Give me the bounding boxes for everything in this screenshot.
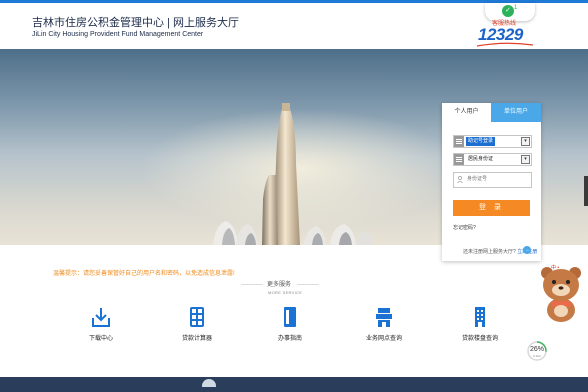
login-type-value: 助记号登录 bbox=[466, 137, 496, 146]
side-tab[interactable] bbox=[584, 176, 588, 206]
speed-widget[interactable]: 26% 0.1k/s bbox=[527, 341, 547, 361]
warm-notice: 温馨提示：请您妥善保管好自己的用户名和密码，以免造成信息泄露! bbox=[53, 271, 235, 277]
login-type-select[interactable]: 助记号登录 ▾ bbox=[453, 135, 532, 148]
guide-book-icon bbox=[284, 307, 296, 327]
shield-icon: ✓ bbox=[502, 5, 514, 17]
service-label: 贷款楼盘查询 bbox=[461, 336, 498, 342]
building-query-icon bbox=[475, 307, 485, 327]
scroll-top-button[interactable] bbox=[202, 379, 216, 387]
tab-unit-user[interactable]: 单位用户 bbox=[491, 103, 541, 122]
chevron-down-icon: ▾ bbox=[521, 137, 530, 146]
service-building-query[interactable]: 贷款楼盘查询 bbox=[450, 306, 510, 346]
site-title: 吉林市住房公积金管理中心 | 网上服务大厅 bbox=[32, 17, 239, 29]
id-number-input[interactable] bbox=[467, 174, 527, 184]
tab-personal-user[interactable]: 个人用户 bbox=[442, 103, 491, 122]
login-button[interactable]: 登 录 bbox=[453, 200, 530, 216]
more-service-title: 更多服务 bbox=[267, 282, 292, 288]
divider bbox=[241, 284, 263, 285]
service-label: 业务网点查询 bbox=[365, 336, 402, 342]
service-outlet-query[interactable]: 业务网点查询 bbox=[354, 306, 414, 346]
divider bbox=[297, 284, 319, 285]
progress-percent: 26% bbox=[529, 346, 544, 353]
service-label: 下载中心 bbox=[88, 336, 113, 342]
arrow-right-icon[interactable]: → bbox=[523, 246, 531, 254]
hotline-logo: 客服热线 12329 bbox=[475, 18, 535, 48]
progress-rate: 0.1k/s bbox=[532, 354, 541, 358]
service-download-center[interactable]: 下载中心 bbox=[71, 306, 131, 346]
swoosh-icon bbox=[476, 42, 534, 47]
register-prompt-text: 还未注册网上服务大厅? bbox=[463, 249, 516, 255]
footer-bar bbox=[0, 377, 588, 392]
list-icon bbox=[454, 154, 464, 165]
service-label: 贷款计算器 bbox=[181, 336, 212, 342]
svg-text:中 •: 中 • bbox=[551, 264, 559, 271]
site-subtitle: JiLin City Housing Provident Fund Manage… bbox=[32, 31, 204, 38]
forgot-password-link[interactable]: 忘记密码? bbox=[453, 224, 476, 231]
more-service-subtitle: MORE SERVICE bbox=[268, 290, 303, 295]
id-type-select[interactable]: 居民身份证 ▾ bbox=[453, 153, 532, 166]
outlet-query-icon bbox=[376, 308, 392, 327]
user-icon bbox=[457, 176, 463, 183]
service-guide[interactable]: 办事指南 bbox=[260, 306, 320, 346]
notification-count: 1 bbox=[514, 5, 518, 11]
calculator-icon bbox=[190, 307, 204, 327]
id-type-value: 居民身份证 bbox=[468, 156, 494, 162]
service-label: 办事指南 bbox=[277, 336, 302, 342]
bear-mascot-icon[interactable]: 中 • bbox=[538, 263, 584, 323]
list-icon bbox=[454, 136, 464, 147]
service-loan-calculator[interactable]: 贷款计算器 bbox=[167, 306, 227, 346]
download-icon bbox=[92, 308, 110, 327]
chevron-down-icon: ▾ bbox=[521, 155, 530, 164]
id-number-field[interactable] bbox=[453, 172, 532, 188]
